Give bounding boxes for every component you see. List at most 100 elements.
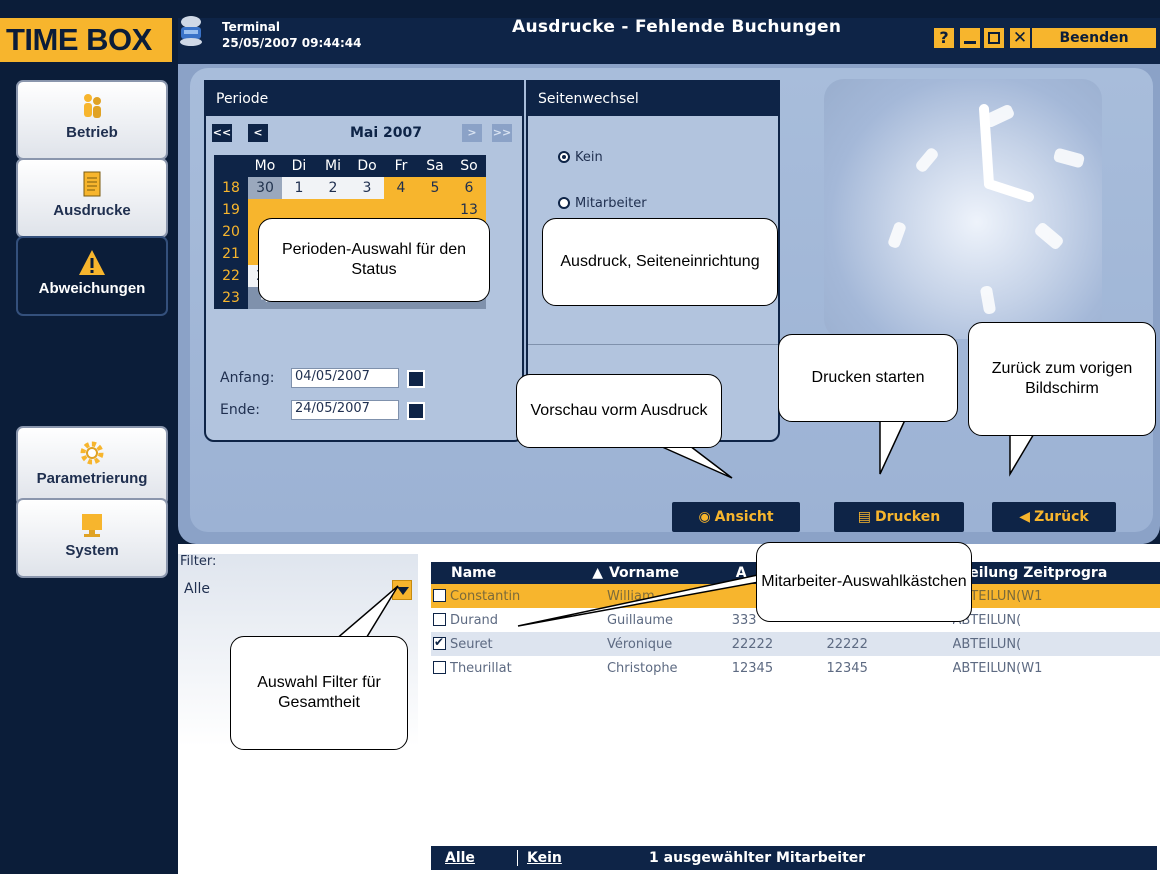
page-break-option-kein[interactable]: Kein xyxy=(558,150,603,165)
cell-first-name: Christophe xyxy=(606,660,678,676)
calendar-week-number: 20 xyxy=(214,221,248,243)
panel-divider xyxy=(528,344,778,345)
end-date-input[interactable]: 24/05/2007 xyxy=(291,400,399,420)
back-button-label: Zurück xyxy=(1034,509,1089,525)
sidebar-item-label: System xyxy=(65,542,119,559)
preview-button[interactable]: ◉ Ansicht xyxy=(672,502,800,532)
people-icon xyxy=(84,94,101,118)
callout-period: Perioden-Auswahl für den Status xyxy=(258,218,490,302)
calendar-week-number: 19 xyxy=(214,199,248,221)
checkbox-checked[interactable] xyxy=(433,635,446,650)
document-icon xyxy=(83,171,101,197)
calendar-week-number: 23 xyxy=(214,287,248,309)
calendar-day[interactable]: 3 xyxy=(350,177,384,199)
cell-program: W1 xyxy=(1021,660,1043,676)
cell-name: Durand xyxy=(450,612,499,628)
warning-icon xyxy=(79,250,105,275)
calendar-prev-year-button[interactable]: << xyxy=(212,124,232,142)
end-date-picker-icon[interactable] xyxy=(407,402,425,420)
callout-back: Zurück zum vorigen Bildschirm xyxy=(968,322,1156,436)
selection-bar: Alle Kein 1 ausgewählter Mitarbeiter xyxy=(431,846,1157,870)
column-header-vorname[interactable]: Vorname xyxy=(606,562,732,584)
calendar-weekday-header xyxy=(214,155,248,177)
sidebar-item-abweichungen[interactable]: Abweichungen xyxy=(16,236,168,316)
calendar-prev-month-button[interactable]: < xyxy=(248,124,268,142)
filter-label: Filter: xyxy=(180,554,217,569)
exit-button[interactable]: Beenden xyxy=(1032,28,1156,48)
close-button[interactable]: ✕ xyxy=(1010,28,1030,48)
help-button[interactable]: ? xyxy=(934,28,954,48)
callout-page-setup: Ausdruck, Seiteneinrichtung xyxy=(542,218,778,306)
cell-first-name: William xyxy=(606,584,732,608)
print-button-label: Drucken xyxy=(875,509,941,525)
cell-dept: ABTEILUN( xyxy=(952,632,1022,656)
start-date-input[interactable]: 04/05/2007 xyxy=(291,368,399,388)
calendar-day[interactable]: 2 xyxy=(316,177,350,199)
callout-checkboxes: Mitarbeiter-Auswahlkästchen xyxy=(756,542,972,622)
calendar-day[interactable]: 4 xyxy=(384,177,418,199)
back-button[interactable]: ◀ Zurück xyxy=(992,502,1116,532)
calendar-weekday-header: Di xyxy=(282,155,316,177)
radio-label: Mitarbeiter xyxy=(575,196,647,211)
page-break-option-mitarbeiter[interactable]: Mitarbeiter xyxy=(558,196,647,211)
column-header-zeitprogramm[interactable]: Zeitprogra xyxy=(1021,562,1160,584)
header-bar: TIME BOX Terminal 25/05/2007 09:44:44 Au… xyxy=(0,0,1160,64)
minimize-button[interactable] xyxy=(960,28,980,48)
callout-preview: Vorschau vorm Ausdruck xyxy=(516,374,722,448)
table-row[interactable]: Theurillat Christophe 12345 12345 ABTEIL… xyxy=(431,656,1160,680)
sidebar-item-betrieb[interactable]: Betrieb xyxy=(16,80,168,160)
calendar-week-number: 18 xyxy=(214,177,248,199)
calendar-weekday-header: Sa xyxy=(418,155,452,177)
separator xyxy=(517,850,518,866)
app-window: TIME BOX Terminal 25/05/2007 09:44:44 Au… xyxy=(0,0,1160,874)
start-date-picker-icon[interactable] xyxy=(407,370,425,388)
app-logo: TIME BOX xyxy=(0,18,172,62)
cell-dept: ABTEILUN( xyxy=(952,660,1022,676)
calendar-day[interactable]: 30 xyxy=(248,177,282,199)
column-header-name[interactable]: Name ▲ xyxy=(431,562,607,584)
gear-icon xyxy=(80,441,104,465)
sidebar-item-label: Abweichungen xyxy=(38,280,146,297)
sidebar-item-label: Parametrierung xyxy=(36,470,148,487)
select-all-link[interactable]: Alle xyxy=(445,846,475,870)
terminal-name: Terminal xyxy=(222,20,281,34)
checkbox[interactable] xyxy=(433,612,446,626)
checkbox[interactable] xyxy=(433,588,446,602)
radio-unselected-icon xyxy=(558,197,570,209)
calendar-week-number: 22 xyxy=(214,265,248,287)
select-none-link[interactable]: Kein xyxy=(527,846,562,870)
chevron-down-icon[interactable] xyxy=(392,580,412,600)
cell-name: Constantin xyxy=(450,588,521,604)
monitor-icon xyxy=(82,514,102,537)
sidebar-item-parametrierung[interactable]: Parametrierung xyxy=(16,426,168,506)
end-date-label: Ende: xyxy=(220,402,260,418)
sidebar-item-system[interactable]: System xyxy=(16,498,168,578)
arrow-left-icon: ◀ xyxy=(1019,509,1031,525)
calendar-next-month-button[interactable]: > xyxy=(462,124,482,142)
cell-b: 22222 xyxy=(826,632,953,656)
table-row[interactable]: Seuret Véronique 22222 22222 ABTEILUN( xyxy=(431,632,1160,656)
print-button[interactable]: ▤ Drucken xyxy=(834,502,964,532)
sidebar: Betrieb Ausdrucke Abweichungen Parametri… xyxy=(0,64,178,874)
terminal-datetime: 25/05/2007 09:44:44 xyxy=(222,36,362,50)
column-header-label: Name xyxy=(451,565,497,581)
selection-status: 1 ausgewählter Mitarbeiter xyxy=(649,850,866,866)
cell-first-name: Véronique xyxy=(606,632,732,656)
filter-dropdown[interactable]: Alle xyxy=(180,578,416,600)
eye-icon: ◉ xyxy=(698,509,711,525)
calendar-weekday-header: Fr xyxy=(384,155,418,177)
maximize-button[interactable] xyxy=(984,28,1004,48)
page-break-panel-title: Seitenwechsel xyxy=(528,82,778,116)
radio-label: Kein xyxy=(575,150,603,165)
calendar-weekday-header: Mo xyxy=(248,155,282,177)
sidebar-item-ausdrucke[interactable]: Ausdrucke xyxy=(16,158,168,238)
calendar-week-number: 21 xyxy=(214,243,248,265)
calendar-next-year-button[interactable]: >> xyxy=(492,124,512,142)
calendar-day[interactable]: 1 xyxy=(282,177,316,199)
calendar-weekday-header: Do xyxy=(350,155,384,177)
calendar-day[interactable]: 6 xyxy=(452,177,486,199)
cell-program: W1 xyxy=(1021,584,1160,608)
page-title: Ausdrucke - Fehlende Buchungen xyxy=(512,17,842,37)
calendar-day[interactable]: 5 xyxy=(418,177,452,199)
checkbox[interactable] xyxy=(433,660,446,674)
